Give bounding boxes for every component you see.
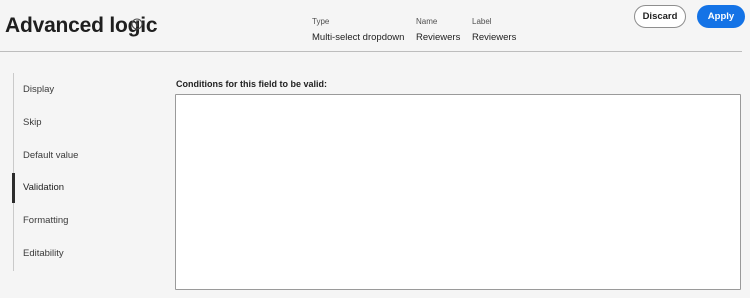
meta-type: Type Multi-select dropdown bbox=[312, 17, 404, 44]
sidebar-item-validation[interactable]: Validation bbox=[23, 182, 64, 193]
header-divider bbox=[0, 51, 742, 52]
info-icon[interactable] bbox=[131, 18, 143, 30]
sidebar-item-display[interactable]: Display bbox=[23, 84, 54, 95]
sidebar-item-formatting[interactable]: Formatting bbox=[23, 215, 68, 226]
conditions-label: Conditions for this field to be valid: bbox=[176, 79, 327, 89]
meta-name: Name Reviewers bbox=[416, 17, 460, 44]
sidebar-item-editability[interactable]: Editability bbox=[23, 248, 64, 259]
active-indicator bbox=[12, 173, 15, 203]
meta-label-value: Reviewers bbox=[472, 32, 517, 43]
meta-label: Label Reviewers bbox=[472, 17, 516, 44]
meta-type-value: Multi-select dropdown bbox=[312, 32, 405, 43]
header-bar: Advanced logic Type Multi-select dropdow… bbox=[0, 0, 750, 52]
sidebar-item-default-value[interactable]: Default value bbox=[23, 150, 78, 161]
conditions-input[interactable] bbox=[175, 94, 741, 290]
meta-label-label: Label bbox=[472, 17, 492, 26]
sidebar-nav: Display Skip Default value Validation Fo… bbox=[12, 73, 153, 271]
sidebar-item-skip[interactable]: Skip bbox=[23, 117, 41, 128]
meta-name-label: Name bbox=[416, 17, 438, 26]
discard-button[interactable]: Discard bbox=[634, 5, 686, 28]
meta-type-label: Type bbox=[312, 17, 330, 26]
apply-button[interactable]: Apply bbox=[697, 5, 745, 28]
meta-name-value: Reviewers bbox=[416, 32, 461, 43]
